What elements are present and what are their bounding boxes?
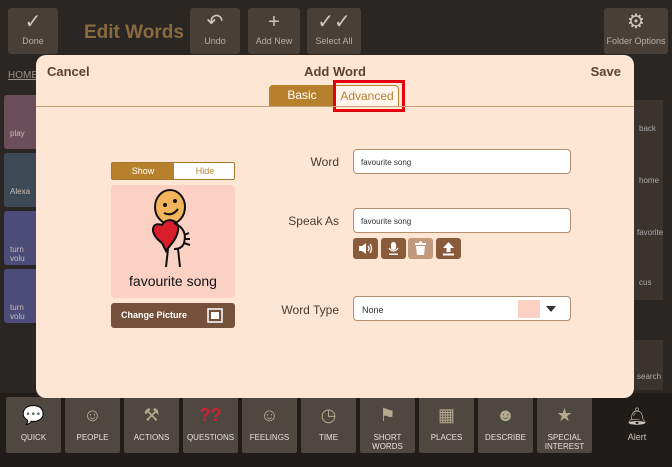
folder-options-button[interactable]: ⚙ Folder Options (604, 8, 668, 54)
picture-caption: favourite song (129, 273, 217, 289)
speaker-icon (359, 243, 373, 254)
category-places[interactable]: ▦ PLACES (419, 397, 474, 453)
picture-swap-icon (207, 308, 223, 323)
play-audio-button[interactable] (353, 238, 378, 259)
word-picture-preview: favourite song (111, 185, 235, 298)
clock-icon: ◷ (320, 405, 337, 425)
question-marks-icon: ?? (199, 405, 222, 425)
star-icon: ★ (556, 405, 573, 425)
save-button[interactable]: Save (591, 64, 621, 79)
undo-icon: ↶ (206, 11, 224, 33)
category-people[interactable]: ☺ PEOPLE (65, 397, 120, 453)
done-button[interactable]: ✓ Done (8, 8, 58, 54)
category-special-interest[interactable]: ★ SPECIAL INTEREST (537, 397, 592, 453)
page-title: Edit Words (84, 22, 184, 43)
category-short-words[interactable]: ⚑ SHORT WORDS (360, 397, 415, 453)
word-label: Word (310, 155, 339, 169)
feelings-icon: ☺ (260, 405, 279, 425)
word-tile[interactable]: turn volu (4, 269, 38, 323)
tab-basic[interactable]: Basic (269, 85, 335, 106)
category-time[interactable]: ◷ TIME (301, 397, 356, 453)
plus-icon: + (268, 11, 280, 33)
add-word-dialog: Cancel Add Word Save Basic Advanced Show… (36, 55, 634, 398)
show-picture-button[interactable]: Show (112, 163, 174, 179)
bell-icon: 🔔︎ (626, 407, 648, 426)
record-audio-button[interactable] (381, 238, 406, 259)
picture-visibility-toggle: Show Hide (111, 162, 235, 180)
word-tile[interactable]: Alexa (4, 153, 38, 207)
category-describe[interactable]: ☻ DESCRIBE (478, 397, 533, 453)
category-questions[interactable]: ?? QUESTIONS (183, 397, 238, 453)
speak-as-label: Speak As (288, 214, 339, 228)
speak-as-input[interactable]: favourite song (353, 208, 571, 233)
actions-icon: ⚒ (143, 405, 160, 425)
word-type-select[interactable]: None (353, 296, 571, 321)
speech-bubble-icon: 💬 (22, 405, 45, 425)
trash-icon (415, 241, 426, 255)
folder-gear-icon: ⚙ (627, 11, 645, 33)
hide-picture-button[interactable]: Hide (174, 163, 234, 179)
short-words-icon: ⚑ (379, 405, 396, 425)
header-divider (36, 106, 634, 107)
chevron-down-icon (546, 306, 556, 312)
category-feelings[interactable]: ☺ FEELINGS (242, 397, 297, 453)
add-new-button[interactable]: + Add New (248, 8, 300, 54)
change-picture-button[interactable]: Change Picture (111, 303, 235, 328)
double-check-icon: ✓✓ (317, 11, 351, 33)
select-all-button[interactable]: ✓✓ Select All (307, 8, 361, 54)
undo-button[interactable]: ↶ Undo (190, 8, 240, 54)
word-type-color-swatch (518, 300, 540, 318)
map-icon: ▦ (437, 405, 455, 425)
category-quick[interactable]: 💬 QUICK (6, 397, 61, 453)
alert-button[interactable]: 🔔︎ Alert (612, 402, 662, 452)
upload-icon (443, 242, 454, 256)
category-actions[interactable]: ⚒ ACTIONS (124, 397, 179, 453)
person-hugging-heart-icon (152, 189, 191, 268)
delete-audio-button[interactable] (408, 238, 433, 259)
dialog-title: Add Word (304, 64, 366, 79)
word-tile[interactable]: play (4, 95, 38, 149)
checkmark-icon: ✓ (24, 11, 42, 33)
word-tile[interactable]: turn volu (4, 211, 38, 265)
describe-icon: ☻ (496, 405, 515, 425)
advanced-tab-highlight (333, 80, 405, 112)
microphone-icon (388, 242, 399, 255)
upload-audio-button[interactable] (436, 238, 461, 259)
word-input[interactable]: favourite song (353, 149, 571, 174)
word-type-label: Word Type (281, 303, 339, 317)
people-icon: ☺ (83, 405, 102, 425)
breadcrumb[interactable]: HOME (8, 70, 38, 81)
